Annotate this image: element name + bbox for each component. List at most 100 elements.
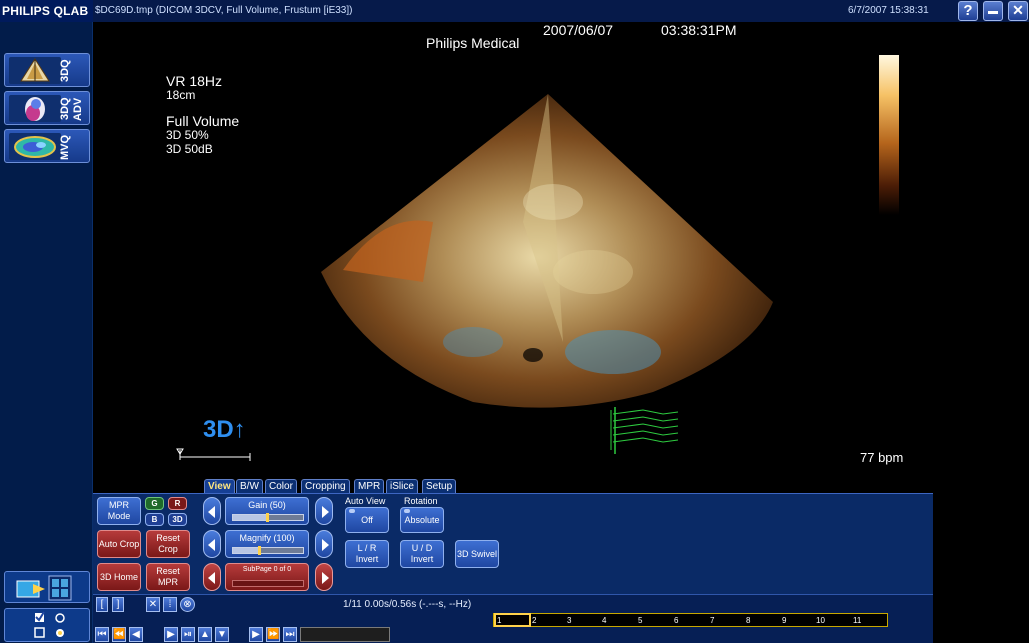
magnify-track xyxy=(232,546,304,555)
rotation-button[interactable]: Absolute xyxy=(400,507,444,533)
checkbox-radio-icon xyxy=(34,611,65,638)
file-title: $DC69D.tmp (DICOM 3DCV, Full Volume, Fru… xyxy=(95,5,353,16)
frame-tick: 1 xyxy=(497,616,502,625)
gain-thumb[interactable] xyxy=(266,513,269,522)
magnify-thumb[interactable] xyxy=(257,546,261,555)
magnify-increase-button[interactable] xyxy=(315,530,333,558)
study-time: 03:38:31PM xyxy=(661,22,737,38)
tab-islice[interactable]: iSlice xyxy=(386,479,418,493)
lr-invert-button[interactable]: L / R Invert xyxy=(345,540,389,568)
acquisition-mode: Full Volume xyxy=(166,113,240,129)
image-stack-button[interactable] xyxy=(4,571,90,603)
delete-icon[interactable]: ✕ xyxy=(146,597,160,612)
subpage-next-button[interactable] xyxy=(315,563,333,591)
rotation-label: Rotation xyxy=(404,496,438,506)
subpage-track xyxy=(232,580,304,587)
app-brand: PHILIPS QLAB xyxy=(0,0,93,22)
next-loop-icon[interactable]: ⏩ xyxy=(266,627,280,642)
magnify-decrease-button[interactable] xyxy=(203,530,221,558)
depth-marker xyxy=(176,448,251,461)
heart-rate: 77 bpm xyxy=(860,450,904,465)
magnify-label: Magnify (100) xyxy=(239,533,295,543)
tab-setup[interactable]: Setup xyxy=(422,479,457,493)
image-viewport[interactable]: 2007/06/07 03:38:31PM Philips Medical VR… xyxy=(93,22,933,493)
control-panel: MPR Mode Auto Crop Reset Crop 3D Home Re… xyxy=(93,493,933,594)
ud-invert-button[interactable]: U / D Invert xyxy=(400,540,444,568)
gain-increase-button[interactable] xyxy=(315,497,333,525)
right-strip xyxy=(933,22,1029,643)
minimize-button[interactable]: ▬ xyxy=(983,1,1003,21)
speed-up-icon[interactable]: ▲ xyxy=(198,627,212,642)
range-start-button[interactable]: [ xyxy=(96,597,108,612)
green-plane-button[interactable]: G xyxy=(145,497,164,510)
institution-label: Philips Medical xyxy=(426,35,520,51)
step-back-icon[interactable]: ◀ xyxy=(129,627,143,642)
tool-3dq-adv-button[interactable]: 3DQ ADV xyxy=(4,91,90,125)
title-datetime: 6/7/2007 15:38:31 xyxy=(848,5,929,16)
gain-decrease-button[interactable] xyxy=(203,497,221,525)
title-bar: PHILIPS QLAB $DC69D.tmp (DICOM 3DCV, Ful… xyxy=(0,0,1029,22)
play-icon[interactable]: ▶ xyxy=(164,627,178,642)
indicator-light xyxy=(349,509,355,513)
3d-plane-button[interactable]: 3D xyxy=(168,513,187,526)
gain-label: Gain (50) xyxy=(248,500,286,510)
gain-slider[interactable]: Gain (50) xyxy=(225,497,309,525)
frame-tick: 6 xyxy=(674,616,679,625)
step-forward-icon[interactable]: ▶ xyxy=(249,627,263,642)
scrub-bar[interactable] xyxy=(300,627,390,642)
frame-tick: 8 xyxy=(746,616,751,625)
tab-mpr[interactable]: MPR xyxy=(354,479,385,493)
frame-timeline[interactable]: 1 2 3 4 5 6 7 8 9 10 11 xyxy=(493,613,888,627)
subpage-slider[interactable]: SubPage 0 of 0 xyxy=(225,563,309,591)
tool-label: MVQ xyxy=(59,134,71,160)
3d-home-button[interactable]: 3D Home xyxy=(97,563,141,591)
tab-bw[interactable]: B/W xyxy=(236,479,263,493)
options-button[interactable] xyxy=(4,608,90,642)
gain-track xyxy=(232,513,304,522)
play-step-icon[interactable]: ⏯ xyxy=(181,627,195,642)
blue-plane-button[interactable]: B xyxy=(145,513,164,526)
color-scale-bar xyxy=(879,55,899,215)
reset-mpr-button[interactable]: Reset MPR xyxy=(146,563,190,591)
range-end-button[interactable]: ] xyxy=(112,597,124,612)
tool-label: 3DQ xyxy=(59,59,71,83)
mpr-mode-button[interactable]: MPR Mode xyxy=(97,497,141,525)
frame-tick: 11 xyxy=(853,616,862,625)
magnify-fill xyxy=(233,548,260,553)
rotation-value: Absolute xyxy=(404,514,440,525)
first-frame-icon[interactable]: ⏮ xyxy=(95,627,109,642)
speed-down-icon[interactable]: ▼ xyxy=(215,627,229,642)
magnify-slider[interactable]: Magnify (100) xyxy=(225,530,309,558)
3d-swivel-button[interactable]: 3D Swivel xyxy=(455,540,499,568)
auto-view-value: Off xyxy=(361,514,373,525)
frame-tick: 2 xyxy=(532,616,537,625)
help-button[interactable]: ? xyxy=(958,1,978,21)
reset-crop-button[interactable]: Reset Crop xyxy=(146,530,190,558)
3d-advanced-icon xyxy=(9,95,61,122)
subpage-previous-button[interactable] xyxy=(203,563,221,591)
cancel-icon[interactable]: ⊗ xyxy=(180,597,195,612)
setting-3d-db: 3D 50dB xyxy=(166,142,213,156)
tool-mvq-button[interactable]: MVQ xyxy=(4,129,90,163)
frame-tick: 9 xyxy=(782,616,787,625)
last-frame-icon[interactable]: ⏭ xyxy=(283,627,297,642)
frame-tick: 3 xyxy=(567,616,572,625)
split-icon[interactable]: ⁞ xyxy=(163,597,177,612)
tab-cropping[interactable]: Cropping xyxy=(301,479,350,493)
close-button[interactable]: ✕ xyxy=(1008,1,1028,21)
tool-panel: 3DQ 3DQ ADV MVQ xyxy=(0,22,93,643)
previous-loop-icon[interactable]: ⏪ xyxy=(112,627,126,642)
auto-crop-button[interactable]: Auto Crop xyxy=(97,530,141,558)
frame-tick: 4 xyxy=(602,616,607,625)
mitral-valve-icon xyxy=(9,133,61,160)
auto-view-label: Auto View xyxy=(345,496,386,506)
tool-3dq-button[interactable]: 3DQ xyxy=(4,53,90,87)
3d-heart-icon xyxy=(9,57,61,84)
frame-tick: 7 xyxy=(710,616,715,625)
red-plane-button[interactable]: R xyxy=(168,497,187,510)
tab-view[interactable]: View xyxy=(204,479,235,493)
frame-rate: VR 18Hz xyxy=(166,73,223,89)
depth-value: 18cm xyxy=(166,88,196,102)
tab-color[interactable]: Color xyxy=(265,479,297,493)
auto-view-button[interactable]: Off xyxy=(345,507,389,533)
